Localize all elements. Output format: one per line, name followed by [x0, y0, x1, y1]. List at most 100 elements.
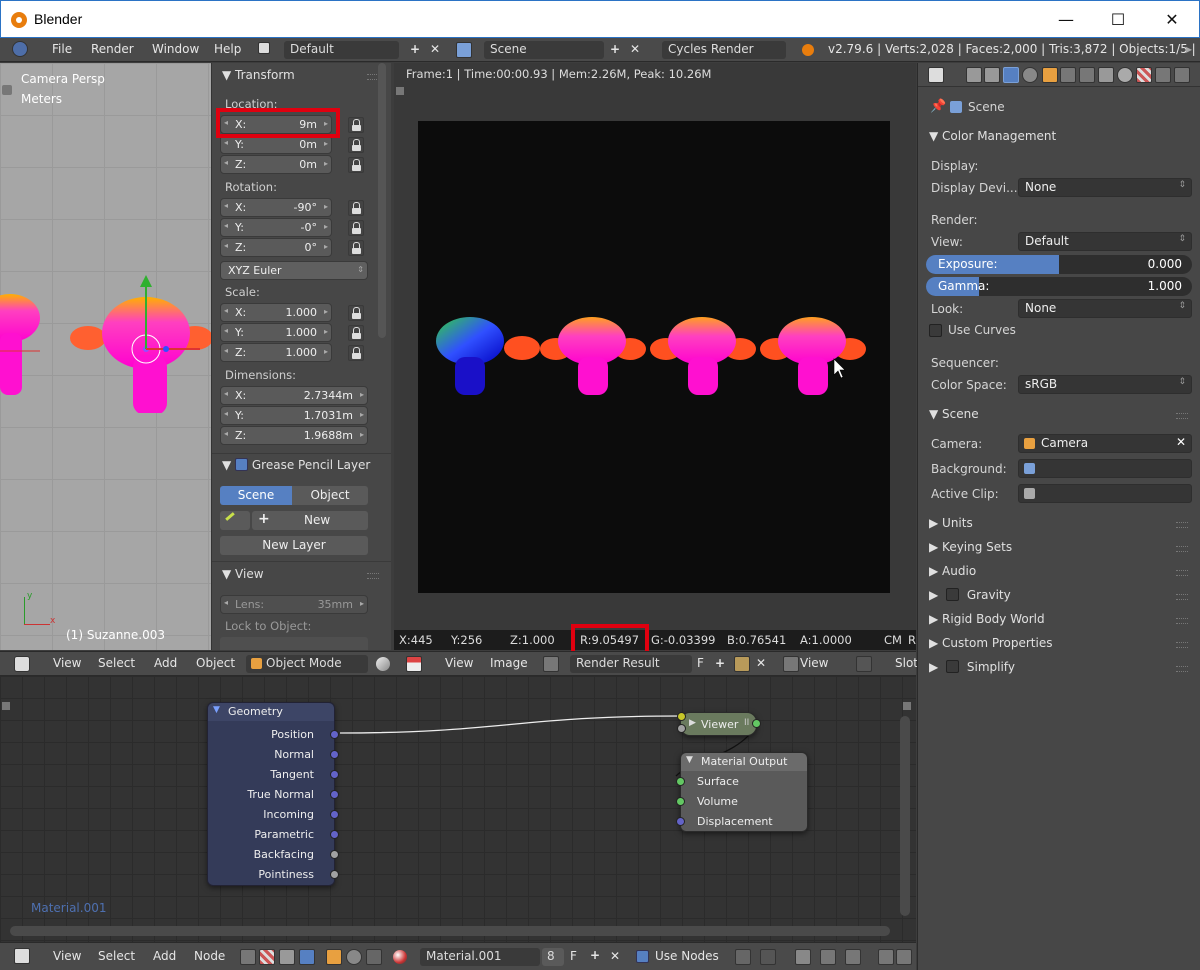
viewport-menu-add[interactable]: Add [154, 656, 177, 670]
particles-tab-icon[interactable] [1155, 67, 1171, 83]
socket-position[interactable] [330, 730, 339, 739]
menu-render[interactable]: Render [91, 42, 134, 56]
material-output-node[interactable]: ▼ Material Output Surface Volume Displac… [676, 752, 808, 832]
scene-panel-title[interactable]: ▼ Scene [929, 407, 979, 421]
data-tab-icon[interactable] [1098, 67, 1114, 83]
socket-tangent[interactable] [330, 770, 339, 779]
gamma-slider[interactable]: Gamma: 1.000 [926, 277, 1192, 296]
shader-tree-icon[interactable] [240, 949, 256, 965]
viewport-menu-select[interactable]: Select [98, 656, 135, 670]
geometry-node[interactable]: ▼ Geometry Position Normal Tangent True … [207, 702, 339, 886]
grease-pencil-panel-title[interactable]: ▼ Grease Pencil Layer [222, 458, 370, 472]
add-layout-button[interactable]: + [410, 42, 420, 56]
unlink-material-button[interactable]: ✕ [610, 949, 620, 963]
image-editor-icon[interactable] [406, 656, 422, 672]
dimension-y-field[interactable]: ◂ Y: 1.7031m ▸ [220, 406, 368, 425]
snap-icon[interactable] [795, 949, 811, 965]
display-device-dropdown[interactable]: None ⇕ [1018, 178, 1192, 197]
world-tab-icon[interactable] [1022, 67, 1038, 83]
snap-mode-icon[interactable] [820, 949, 836, 965]
image-editor[interactable]: Frame:1 | Time:00:00.93 | Mem:2.26M, Pea… [394, 63, 916, 650]
pin-icon[interactable] [735, 949, 751, 965]
panel-grip[interactable] [1176, 413, 1188, 419]
node-menu-add[interactable]: Add [153, 949, 176, 963]
object-tab-icon[interactable] [1042, 67, 1058, 83]
scene-tab-icon[interactable] [1003, 67, 1019, 83]
use-nodes-checkbox[interactable] [636, 950, 649, 963]
socket-incoming[interactable] [330, 810, 339, 819]
render-layers-tab-icon[interactable] [984, 67, 1000, 83]
world-shader-icon[interactable] [346, 949, 362, 965]
open-image-icon[interactable] [734, 656, 750, 672]
material-name-field[interactable]: Material.001 [420, 948, 540, 966]
info-editor-icon[interactable] [12, 41, 28, 57]
remove-scene-button[interactable]: ✕ [630, 42, 640, 56]
view-transform-dropdown[interactable]: Default ⇕ [1018, 232, 1192, 251]
gravity-panel[interactable]: ▶ Gravity [929, 588, 1011, 602]
socket-surface[interactable] [676, 777, 685, 786]
pencil-icon[interactable] [220, 511, 250, 530]
go-parent-icon[interactable] [760, 949, 776, 965]
image-menu-view[interactable]: View [445, 656, 473, 670]
header-scroll-arrow[interactable]: ▸ [1186, 42, 1192, 56]
rotation-x-lock-icon[interactable] [348, 200, 364, 216]
socket-backfacing[interactable] [330, 850, 339, 859]
color-space-dropdown[interactable]: sRGB ⇕ [1018, 375, 1192, 394]
viewer-output-socket[interactable] [752, 719, 761, 728]
geometry-node-header[interactable]: ▼ Geometry [208, 703, 334, 721]
pin-icon[interactable]: 📌 [930, 99, 946, 114]
paste-icon[interactable] [896, 949, 912, 965]
camera-field[interactable]: Camera ✕ [1018, 434, 1192, 453]
node-menu-select[interactable]: Select [98, 949, 135, 963]
suzanne-active[interactable] [70, 275, 211, 413]
active-clip-field[interactable] [1018, 484, 1192, 503]
view-panel-title[interactable]: ▼ View [222, 567, 264, 581]
lock-object-field[interactable] [220, 637, 368, 650]
audio-panel[interactable]: ▶ Audio [929, 564, 976, 578]
panel-grip[interactable] [1176, 594, 1188, 600]
exposure-slider[interactable]: Exposure: 0.000 [926, 255, 1192, 274]
scale-z-lock-icon[interactable] [348, 345, 364, 361]
socket-parametric[interactable] [330, 830, 339, 839]
unlink-image-button[interactable]: ✕ [756, 656, 766, 670]
location-x-lock-icon[interactable] [348, 117, 364, 133]
texture-tree-icon[interactable] [259, 949, 275, 965]
viewport-corner-widget[interactable] [2, 85, 12, 95]
menu-file[interactable]: File [52, 42, 72, 56]
grid-icon[interactable] [845, 949, 861, 965]
modifiers-tab-icon[interactable] [1079, 67, 1095, 83]
editor-corner-widget[interactable] [396, 87, 404, 95]
grease-pencil-checkbox[interactable] [235, 458, 249, 471]
image-browse-icon[interactable] [543, 656, 559, 672]
fake-user-button[interactable]: F [697, 656, 704, 670]
image-name-field[interactable]: Render Result [570, 655, 692, 673]
scale-y-lock-icon[interactable] [348, 325, 364, 341]
material-slot-icon[interactable] [393, 950, 407, 964]
properties-editor-icon[interactable] [928, 67, 944, 83]
rotation-x-field[interactable]: ◂ X: -90° ▸ [220, 198, 332, 217]
panel-grip[interactable] [1176, 618, 1188, 624]
viewport-menu-view[interactable]: View [53, 656, 81, 670]
viewer-node[interactable]: ▶ Viewer II [677, 712, 761, 736]
node-editor-icon[interactable] [14, 948, 30, 964]
image-menu-image[interactable]: Image [490, 656, 528, 670]
gp-new-button[interactable]: + New [252, 511, 368, 530]
menu-help[interactable]: Help [214, 42, 241, 56]
dimension-x-field[interactable]: ◂ X: 2.7344m ▸ [220, 386, 368, 405]
render-tab-icon[interactable] [966, 67, 982, 83]
material-users-count[interactable]: 8 [542, 948, 564, 966]
view-mode-icon[interactable] [783, 656, 799, 672]
dimension-z-field[interactable]: ◂ Z: 1.9688m ▸ [220, 426, 368, 445]
color-management-title[interactable]: ▼ Color Management [929, 129, 1056, 143]
material-output-header[interactable]: ▼ Material Output [681, 753, 807, 771]
scale-x-lock-icon[interactable] [348, 305, 364, 321]
socket-true-normal[interactable] [330, 790, 339, 799]
object-shader-icon[interactable] [299, 949, 315, 965]
scale-y-field[interactable]: ◂ Y: 1.000 ▸ [220, 323, 332, 342]
layout-selector[interactable]: Default [284, 41, 399, 59]
location-y-lock-icon[interactable] [348, 137, 364, 153]
viewport-3d[interactable]: Camera Persp Meters y x (1) Suzanne.003 [0, 63, 211, 650]
node-editor[interactable]: ▼ Geometry Position Normal Tangent True … [0, 676, 916, 942]
simplify-checkbox[interactable] [946, 660, 960, 673]
lens-field[interactable]: ◂ Lens: 35mm ▸ [220, 595, 368, 614]
